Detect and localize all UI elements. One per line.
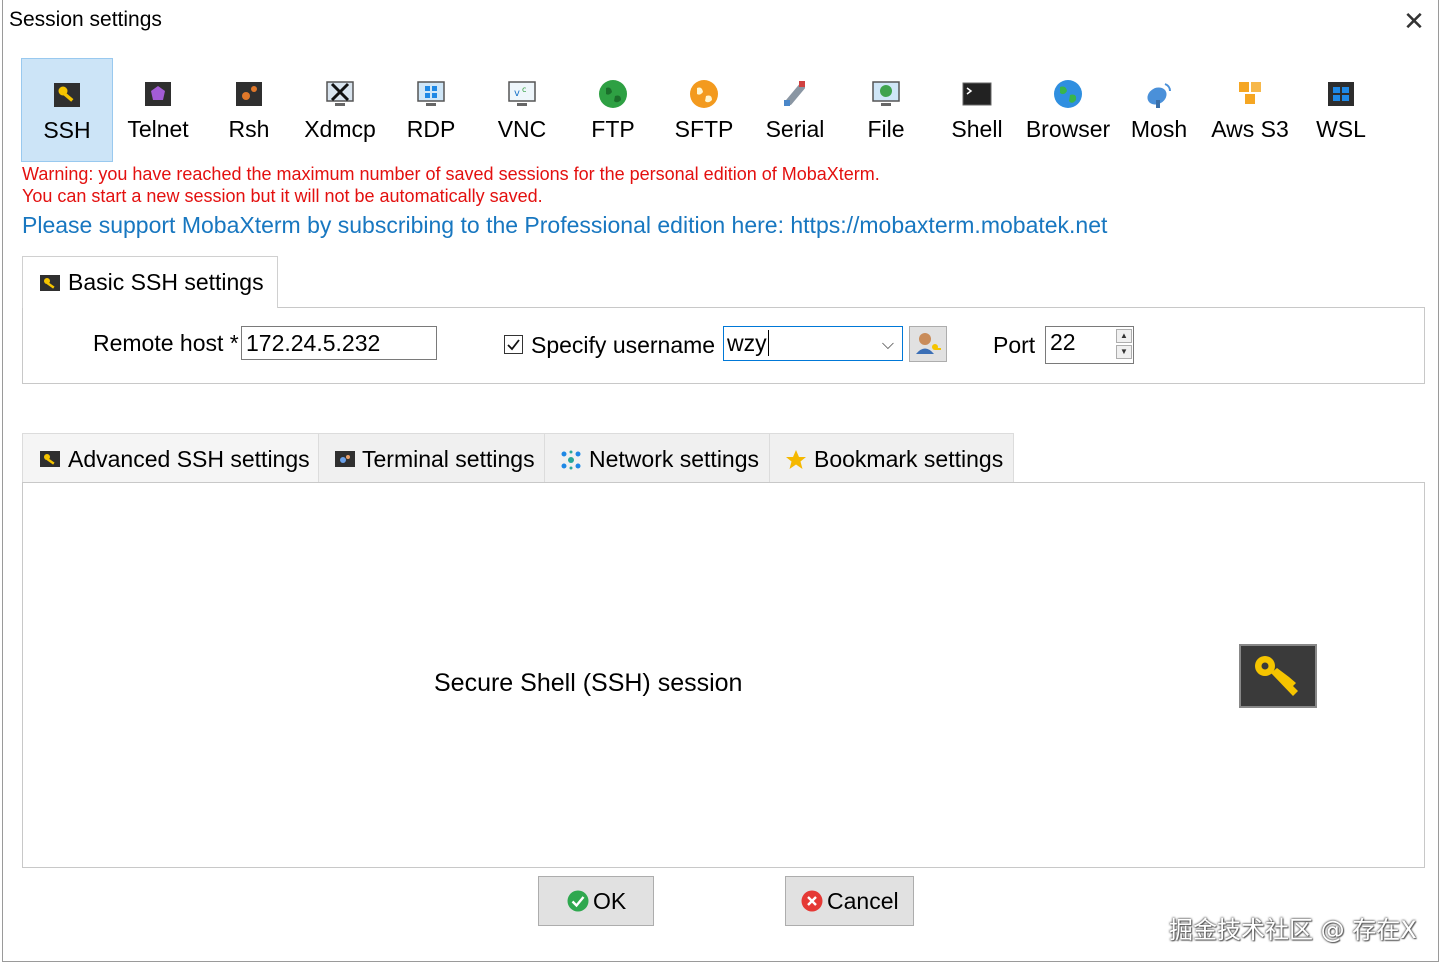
specify-username-checkbox[interactable] [504, 335, 523, 354]
wsl-windows-icon [1328, 82, 1354, 106]
session-type-browser[interactable]: Browser [1022, 58, 1114, 162]
session-type-label: SSH [43, 117, 91, 143]
session-type-ssh[interactable]: SSH [21, 58, 113, 162]
session-type-label: Aws S3 [1211, 116, 1289, 142]
session-settings-dialog: Session settings ✕ SSH Telnet Rsh Xdmcp … [2, 0, 1439, 962]
session-type-label: File [867, 116, 905, 142]
session-type-aws-s3[interactable]: Aws S3 [1204, 58, 1296, 162]
chevron-down-icon[interactable]: ⌵ [882, 329, 894, 361]
tab-label: Bookmark settings [814, 446, 1004, 472]
session-type-label: Shell [951, 116, 1003, 142]
network-icon [561, 450, 581, 470]
user-credentials-button[interactable] [909, 326, 947, 362]
session-type-label: Telnet [127, 116, 189, 142]
tab-label: Terminal settings [362, 446, 535, 472]
watermark: 掘金技术社区 @ 存在X [1169, 916, 1417, 944]
port-spin-up-icon[interactable]: ▲ [1116, 329, 1132, 343]
telnet-icon [145, 82, 171, 106]
session-description: Secure Shell (SSH) session [434, 669, 743, 697]
session-type-telnet[interactable]: Telnet [112, 58, 204, 162]
tab-network-settings[interactable]: Network settings [544, 433, 770, 483]
ok-button[interactable]: OK [538, 876, 654, 926]
session-type-label: WSL [1316, 116, 1366, 142]
ssh-key-icon [40, 451, 60, 467]
session-type-serial[interactable]: Serial [749, 58, 841, 162]
ssh-key-icon [40, 275, 60, 291]
username-value: wzy [727, 330, 767, 356]
session-type-mosh[interactable]: Mosh [1113, 58, 1205, 162]
tab-advanced-ssh-settings[interactable]: Advanced SSH settings [22, 433, 319, 483]
session-type-vnc[interactable]: v c VNC [476, 58, 568, 162]
session-type-label: RDP [406, 116, 456, 142]
support-link-text[interactable]: Please support MobaXterm by subscribing … [22, 212, 1107, 239]
username-combobox[interactable]: wzy ⌵ [723, 326, 903, 361]
ssh-key-large-icon [1239, 644, 1317, 708]
cancel-circle-icon [801, 890, 823, 912]
vnc-icon: v c [508, 81, 536, 106]
tab-label: Basic SSH settings [68, 269, 264, 295]
warning-text-line2: You can start a new session but it will … [22, 186, 543, 206]
tab-basic-ssh-settings[interactable]: Basic SSH settings [22, 256, 278, 308]
basic-ssh-settings-panel: Remote host * 172.24.5.232 Specify usern… [22, 307, 1425, 384]
ftp-globe-icon [599, 80, 627, 108]
ssh-key-icon [54, 83, 80, 107]
session-type-label: Rsh [228, 116, 270, 142]
session-type-shell[interactable]: Shell [931, 58, 1023, 162]
svg-text:v: v [514, 88, 520, 99]
session-type-xdmcp[interactable]: Xdmcp [294, 58, 386, 162]
session-type-sftp[interactable]: SFTP [658, 58, 750, 162]
session-type-label: Browser [1025, 116, 1111, 142]
rsh-icon [236, 82, 262, 106]
aws-s3-cubes-icon [1239, 82, 1261, 104]
session-type-label: FTP [591, 116, 635, 142]
dialog-title: Session settings [9, 8, 162, 31]
svg-text:c: c [522, 85, 526, 94]
session-type-wsl[interactable]: WSL [1295, 58, 1387, 162]
mosh-satellite-icon [1147, 83, 1171, 108]
port-spin-down-icon[interactable]: ▼ [1116, 345, 1132, 359]
session-type-label: SFTP [674, 116, 734, 142]
xdmcp-icon [326, 81, 354, 106]
ok-label: OK [593, 888, 627, 914]
serial-plug-icon [784, 81, 805, 106]
specify-username-label: Specify username [531, 332, 716, 358]
remote-host-label: Remote host * [93, 330, 239, 356]
cancel-label: Cancel [827, 888, 899, 914]
close-icon[interactable]: ✕ [1399, 6, 1429, 36]
session-type-label: Serial [765, 116, 825, 142]
session-type-file[interactable]: File [840, 58, 932, 162]
session-description-panel: Secure Shell (SSH) session [22, 482, 1425, 868]
browser-globe-icon [1054, 80, 1082, 108]
text-cursor [767, 330, 769, 356]
session-type-ftp[interactable]: FTP [567, 58, 659, 162]
session-type-label: Mosh [1130, 116, 1188, 142]
terminal-icon [335, 451, 355, 467]
session-type-label: VNC [497, 116, 547, 142]
session-type-rsh[interactable]: Rsh [203, 58, 295, 162]
star-icon [786, 450, 806, 469]
checkmark-icon [507, 339, 520, 351]
warning-text-line1: Warning: you have reached the maximum nu… [22, 164, 880, 184]
rdp-icon [417, 81, 445, 106]
tab-label: Advanced SSH settings [68, 446, 310, 472]
remote-host-input[interactable]: 172.24.5.232 [241, 326, 437, 360]
session-type-rdp[interactable]: RDP [385, 58, 477, 162]
file-monitor-icon [872, 81, 900, 106]
user-key-icon [916, 333, 941, 354]
tab-label: Network settings [589, 446, 760, 472]
tab-bookmark-settings[interactable]: Bookmark settings [769, 433, 1014, 483]
session-type-label: Xdmcp [304, 116, 376, 142]
session-type-toolbar: SSH Telnet Rsh Xdmcp RDP v c VNC FTP SFT… [21, 58, 1421, 162]
port-label: Port [993, 332, 1036, 358]
sftp-globe-icon [690, 80, 718, 108]
cancel-button[interactable]: Cancel [785, 876, 914, 926]
check-circle-icon [567, 890, 589, 912]
tab-terminal-settings[interactable]: Terminal settings [318, 433, 545, 483]
shell-terminal-icon [962, 82, 992, 106]
key-icon [1255, 656, 1298, 696]
